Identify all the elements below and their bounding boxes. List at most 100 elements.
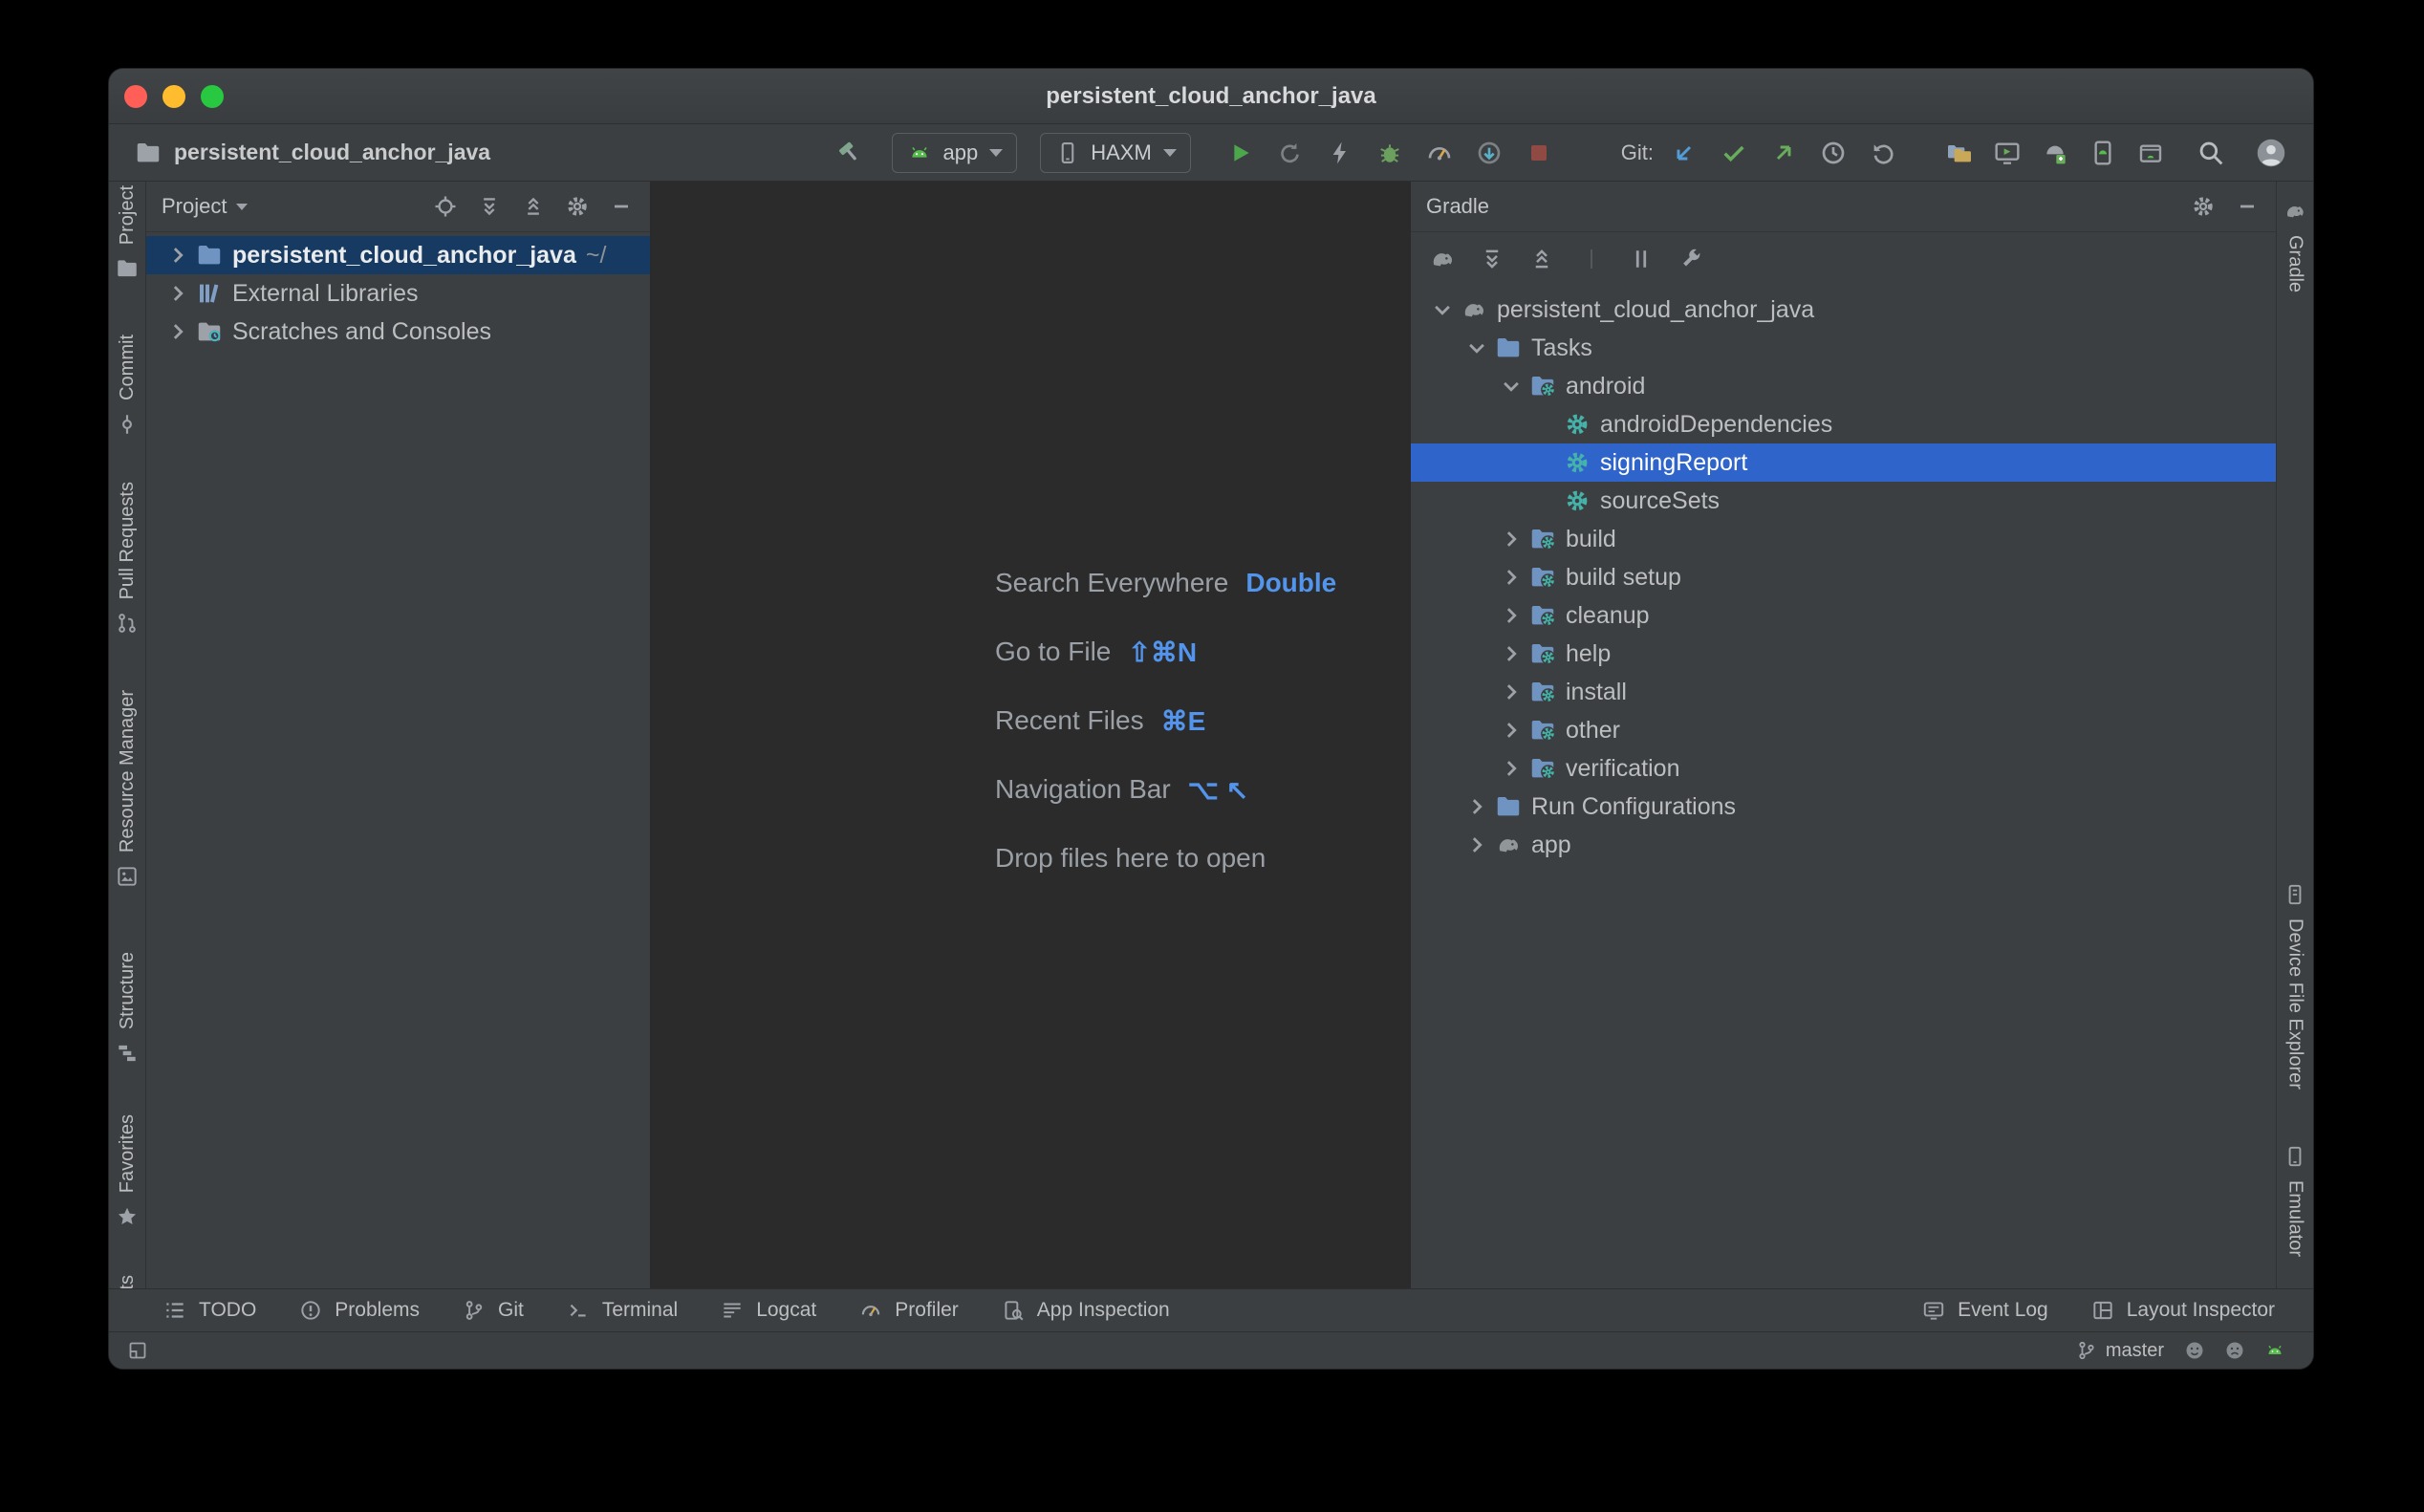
gradle-task-row[interactable]: build (1411, 520, 2276, 558)
chevron-right-icon[interactable] (1497, 639, 1526, 668)
hide-minus-icon[interactable] (2234, 193, 2261, 220)
gradle-task-row[interactable]: Tasks (1411, 329, 2276, 367)
rerun-icon[interactable] (1275, 138, 1306, 168)
zoom-window-button[interactable] (201, 85, 224, 108)
gradle-task-row[interactable]: build setup (1411, 558, 2276, 596)
tool-window-button[interactable]: Git (462, 1298, 524, 1323)
project-tree-row[interactable]: External Libraries (146, 274, 650, 313)
chevron-down-icon[interactable] (1428, 295, 1457, 324)
chevron-down-icon[interactable] (1462, 334, 1491, 362)
git-update-icon[interactable] (1669, 138, 1699, 168)
project-folders-icon[interactable] (1944, 138, 1975, 168)
smiley-happy-icon[interactable] (2183, 1339, 2206, 1362)
tool-window-button[interactable]: Profiler (858, 1298, 959, 1323)
project-tree-row[interactable]: persistent_cloud_anchor_java ~/ (146, 236, 650, 274)
gradle-task-row[interactable]: install (1411, 673, 2276, 711)
stop-icon[interactable] (1524, 138, 1554, 168)
attach-debugger-icon[interactable] (1474, 138, 1504, 168)
tool-window-button[interactable]: Logcat (720, 1298, 816, 1323)
chevron-right-icon[interactable] (1497, 563, 1526, 592)
emulator-box-icon[interactable] (2135, 138, 2166, 168)
profiler-gauge-icon[interactable] (1424, 138, 1455, 168)
chevron-right-icon[interactable] (163, 317, 192, 346)
tool-window-stripe-button[interactable]: Commit (109, 335, 145, 437)
sdk-manager-android-icon[interactable] (2040, 138, 2070, 168)
layout-inspector-monitor-icon[interactable] (1992, 138, 2023, 168)
gradle-task-row[interactable]: verification (1411, 749, 2276, 788)
git-commit-check-icon[interactable] (1719, 138, 1749, 168)
run-play-icon[interactable] (1225, 138, 1256, 168)
tool-window-stripe-button[interactable]: Structure (109, 952, 145, 1066)
device-select[interactable]: HAXM (1040, 133, 1191, 173)
git-push-icon[interactable] (1768, 138, 1799, 168)
collapse-all-icon[interactable] (1527, 245, 1556, 273)
tool-window-button[interactable]: App Inspection (1001, 1298, 1170, 1323)
gradle-task-row[interactable]: other (1411, 711, 2276, 749)
chevron-right-icon[interactable] (1497, 754, 1526, 783)
tool-windows-icon[interactable] (126, 1339, 149, 1362)
tool-window-stripe-button[interactable]: Gradle (2277, 199, 2313, 292)
debug-bug-icon[interactable] (1374, 138, 1405, 168)
gradle-task-row[interactable]: Run Configurations (1411, 788, 2276, 826)
apply-changes-icon[interactable] (1325, 138, 1355, 168)
tool-window-button[interactable]: Layout Inspector (2090, 1298, 2275, 1323)
settings-gear-icon[interactable] (2190, 193, 2217, 220)
device-manager-phone-icon[interactable] (2088, 138, 2118, 168)
search-everywhere-icon[interactable] (2195, 137, 2227, 169)
tool-window-button[interactable]: Event Log (1921, 1298, 2048, 1323)
chevron-down-icon[interactable] (236, 204, 248, 210)
tool-window-stripe-button[interactable]: Resource Manager (109, 690, 145, 889)
tool-window-stripe-button[interactable]: Favorites (109, 1114, 145, 1229)
build-hammer-icon[interactable] (834, 138, 865, 168)
expand-all-icon[interactable] (1478, 245, 1506, 273)
chevron-right-icon[interactable] (1462, 792, 1491, 821)
gradle-task-row[interactable]: android (1411, 367, 2276, 405)
gradle-task-row[interactable]: androidDependencies (1411, 405, 2276, 443)
tool-window-stripe-button[interactable]: Build Variants (109, 1275, 145, 1288)
close-window-button[interactable] (124, 85, 147, 108)
gradle-task-row[interactable]: persistent_cloud_anchor_java (1411, 291, 2276, 329)
gradle-task-row[interactable]: help (1411, 635, 2276, 673)
gradle-task-row[interactable]: app (1411, 826, 2276, 864)
chevron-right-icon[interactable] (1497, 525, 1526, 553)
expand-all-icon[interactable] (476, 193, 503, 220)
android-head-icon[interactable] (2263, 1339, 2286, 1362)
gradle-elephant-icon[interactable] (1428, 245, 1457, 273)
project-panel-title[interactable]: Project (162, 194, 227, 219)
rollback-icon[interactable] (1868, 138, 1898, 168)
gradle-task-row[interactable]: sourceSets (1411, 482, 2276, 520)
project-tree-row[interactable]: Scratches and Consoles (146, 313, 650, 351)
wrench-icon[interactable] (1677, 245, 1705, 273)
git-branch-widget[interactable]: master (2075, 1339, 2164, 1362)
toggle-offline-icon[interactable] (1627, 245, 1656, 273)
chevron-right-icon[interactable] (1497, 601, 1526, 630)
gradle-task-row[interactable]: cleanup (1411, 596, 2276, 635)
chevron-right-icon[interactable] (1497, 716, 1526, 745)
chevron-right-icon[interactable] (163, 279, 192, 308)
settings-gear-icon[interactable] (564, 193, 591, 220)
locate-target-icon[interactable] (432, 193, 459, 220)
minimize-window-button[interactable] (162, 85, 185, 108)
history-clock-icon[interactable] (1818, 138, 1849, 168)
chevron-down-icon (1163, 149, 1177, 157)
chevron-down-icon[interactable] (1497, 372, 1526, 400)
user-avatar-icon[interactable] (2254, 136, 2288, 170)
hide-minus-icon[interactable] (608, 193, 635, 220)
tool-window-button[interactable]: Problems (298, 1298, 420, 1323)
editor-area[interactable]: Search Everywhere Double Go to File ⇧⌘N … (651, 182, 1410, 1288)
gradle-task-row[interactable]: signingReport (1411, 443, 2276, 482)
titlebar[interactable]: persistent_cloud_anchor_java (109, 69, 2313, 124)
project-breadcrumb[interactable]: persistent_cloud_anchor_java (134, 139, 490, 167)
tool-window-stripe-button[interactable]: Project (109, 185, 145, 281)
tool-window-button[interactable]: Terminal (566, 1298, 678, 1323)
tool-window-stripe-button[interactable]: Pull Requests (109, 482, 145, 636)
tool-window-button[interactable]: TODO (162, 1298, 256, 1323)
run-configuration-select[interactable]: app (892, 133, 1017, 173)
chevron-right-icon[interactable] (1497, 678, 1526, 706)
tool-window-stripe-button[interactable]: Device File Explorer (2277, 882, 2313, 1090)
chevron-right-icon[interactable] (1462, 831, 1491, 859)
collapse-all-icon[interactable] (520, 193, 547, 220)
tool-window-stripe-button[interactable]: Emulator (2277, 1144, 2313, 1257)
chevron-right-icon[interactable] (163, 241, 192, 270)
smiley-sad-icon[interactable] (2223, 1339, 2246, 1362)
